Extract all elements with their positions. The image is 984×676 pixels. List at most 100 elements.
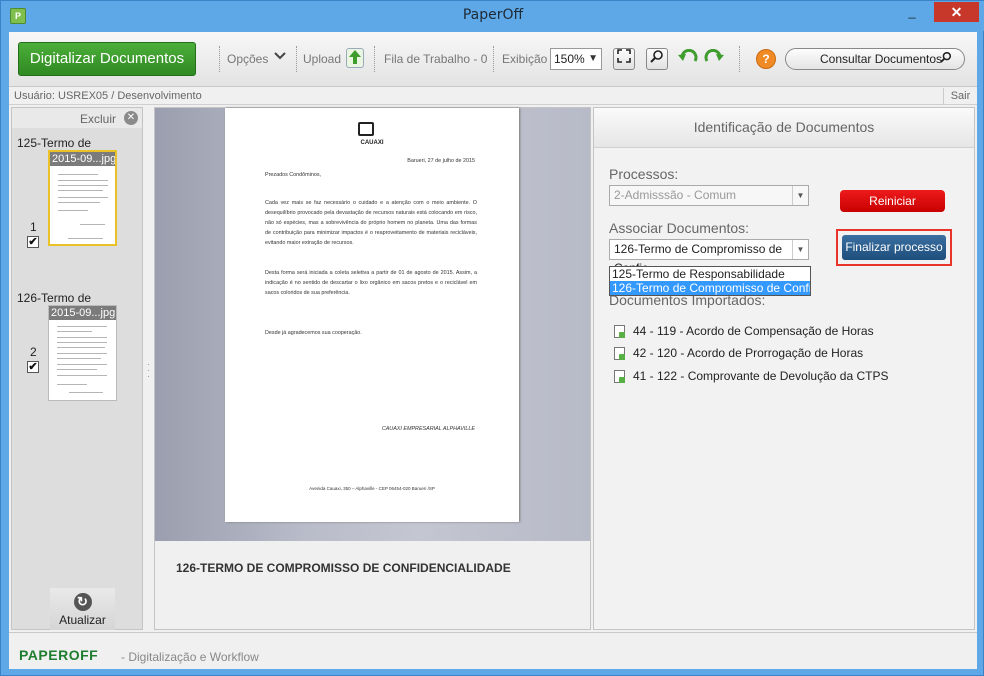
imported-doc-2[interactable]: 42 - 120 - Acordo de Prorrogação de Hora… [614, 346, 864, 361]
fila-label[interactable]: Fila de Trabalho - 0 [384, 52, 487, 66]
company-logo-icon [358, 122, 374, 136]
close-button[interactable]: ✕ [934, 2, 979, 22]
processos-value: 2-Admisssão - Comum [614, 188, 737, 202]
chevron-down-icon: ▼ [588, 53, 598, 64]
splitter-handle[interactable]: · · · [145, 107, 153, 630]
thumb-line [57, 326, 107, 327]
toolbar-divider [296, 46, 297, 72]
thumb-line [69, 392, 103, 393]
letter-date: Barueri, 27 de julho de 2015 [407, 158, 475, 164]
thumb-number-1: 1 [30, 220, 37, 234]
exibicao-label: Exibição [502, 52, 548, 66]
minimize-button[interactable]: _ [899, 2, 925, 22]
associar-dropdown-list[interactable]: 125-Termo de Responsabilidade 126-Termo … [609, 266, 811, 296]
thumb-line [57, 369, 97, 370]
chevron-down-icon: ▼ [792, 240, 808, 259]
doc-label: 44 - 119 - Acordo de Compensação de Hora… [633, 324, 874, 338]
imported-doc-1[interactable]: 44 - 119 - Acordo de Compensação de Hora… [614, 324, 874, 339]
upload-label[interactable]: Upload [303, 52, 341, 66]
thumb-line [68, 238, 103, 239]
thumbnail-sidebar: Excluir ✕ 125-Termo de 2015-09...jpg 1 ✔… [11, 107, 143, 630]
processos-select[interactable]: 2-Admisssão - Comum ▼ [609, 185, 809, 206]
refresh-icon: ↻ [73, 593, 92, 611]
thumb-line [58, 202, 100, 203]
atualizar-button[interactable]: ↻ Atualizar [50, 588, 115, 630]
thumb-line [57, 331, 92, 332]
user-info: Usuário: USREX05 / Desenvolvimento [14, 90, 202, 102]
thumb-line [57, 358, 101, 359]
dropdown-option[interactable]: 125-Termo de Responsabilidade [610, 267, 810, 281]
window-title: PaperOff [462, 7, 524, 23]
letter-para-2: Desta forma será iniciada a coleta selet… [265, 270, 477, 296]
doc-label: 42 - 120 - Acordo de Prorrogação de Hora… [633, 346, 864, 360]
consultar-documentos-button[interactable]: Consultar Documentos [785, 48, 965, 70]
letter-page: CAUAXI Barueri, 27 de julho de 2015 Prez… [225, 108, 519, 522]
processos-label: Processos: [609, 166, 679, 182]
thumb-title-2: 126-Termo de [17, 291, 92, 305]
associar-label: Associar Documentos: [609, 220, 750, 236]
upload-arrow-icon[interactable] [346, 48, 364, 68]
opcoes-menu[interactable]: Opções [227, 52, 268, 66]
letter-greeting: Prezados Condôminos, [265, 172, 322, 178]
dropdown-option-selected[interactable]: 126-Termo de Compromisso de Confidenc [610, 281, 810, 295]
thumb-line [58, 190, 103, 191]
document-preview: CAUAXI Barueri, 27 de julho de 2015 Prez… [154, 107, 591, 630]
help-icon[interactable]: ? [756, 49, 776, 69]
chevron-down-icon: ▼ [792, 186, 808, 205]
search-icon[interactable] [646, 48, 668, 70]
digitalizar-button[interactable]: Digitalizar Documentos [18, 42, 196, 76]
document-icon [614, 347, 625, 361]
thumb-filename-2: 2015-09...jpg [49, 306, 116, 320]
document-icon [614, 325, 625, 339]
associar-select[interactable]: 126-Termo de Compromisso de Confic ▼ [609, 239, 809, 275]
client-area: Digitalizar Documentos Opções Upload Fil… [9, 32, 977, 669]
thumb-checkbox-2[interactable]: ✔ [27, 361, 39, 373]
rotate-left-icon[interactable] [677, 48, 699, 70]
zoom-value: 150% [554, 52, 585, 66]
thumb-checkbox-1[interactable]: ✔ [27, 236, 39, 248]
thumb-line [57, 353, 107, 354]
doc-label: 41 - 122 - Comprovante de Devolução da C… [633, 369, 889, 383]
thumb-line [58, 180, 108, 181]
title-bar: P PaperOff _ ✕ [1, 1, 984, 31]
document-icon [614, 370, 625, 384]
thumb-line [58, 185, 108, 186]
rotate-right-icon[interactable] [703, 48, 725, 70]
thumb-number-2: 2 [30, 345, 37, 359]
thumb-line [57, 375, 107, 376]
consultar-label: Consultar Documentos [820, 52, 943, 66]
status-bar: PAPEROFF - Digitalização e Workflow [9, 632, 977, 669]
search-icon [940, 49, 952, 69]
panel-header: Identificação de Documentos [594, 108, 974, 148]
imported-doc-3[interactable]: 41 - 122 - Comprovante de Devolução da C… [614, 369, 889, 384]
user-bar: Usuário: USREX05 / Desenvolvimento Sair [9, 88, 977, 105]
brand-subtitle: - Digitalização e Workflow [121, 650, 259, 664]
reiniciar-button[interactable]: Reiniciar [840, 190, 945, 212]
thumbnail-2[interactable]: 2015-09...jpg [48, 305, 117, 401]
thumb-line [57, 337, 107, 338]
letter-para-3: Desde já agradecemos sua cooperação. [265, 330, 362, 336]
letter-footer: Avenida Cauaxi, 350 – Alphaville - CEP 0… [309, 486, 435, 491]
fit-screen-icon[interactable] [613, 48, 635, 70]
sidebar-header: Excluir ✕ [12, 108, 142, 128]
sair-button[interactable]: Sair [943, 88, 977, 105]
toolbar-divider [374, 46, 375, 72]
thumbnail-1[interactable]: 2015-09...jpg [48, 150, 117, 246]
thumb-line [80, 224, 105, 225]
brand-logo: PAPEROFF [19, 647, 99, 663]
toolbar-divider [493, 46, 494, 72]
scan-image[interactable]: CAUAXI Barueri, 27 de julho de 2015 Prez… [155, 108, 590, 541]
close-icon[interactable]: ✕ [124, 111, 138, 125]
toolbar-divider [739, 46, 740, 72]
zoom-select[interactable]: 150% ▼ [550, 48, 602, 70]
finalizar-processo-button[interactable]: Finalizar processo [842, 235, 946, 260]
chevron-down-icon[interactable] [274, 49, 286, 64]
excluir-button[interactable]: Excluir [80, 112, 116, 126]
app-window: P PaperOff _ ✕ Digitalizar Documentos Op… [0, 0, 984, 676]
thumb-line [57, 364, 107, 365]
thumb-line [58, 197, 108, 198]
thumb-line [58, 174, 98, 175]
thumb-filename-1: 2015-09...jpg [50, 152, 115, 166]
preview-caption: 126-TERMO DE COMPROMISSO DE CONFIDENCIAL… [176, 561, 511, 575]
letter-para-1: Cada vez mais se faz necessário o cuidad… [265, 200, 477, 246]
